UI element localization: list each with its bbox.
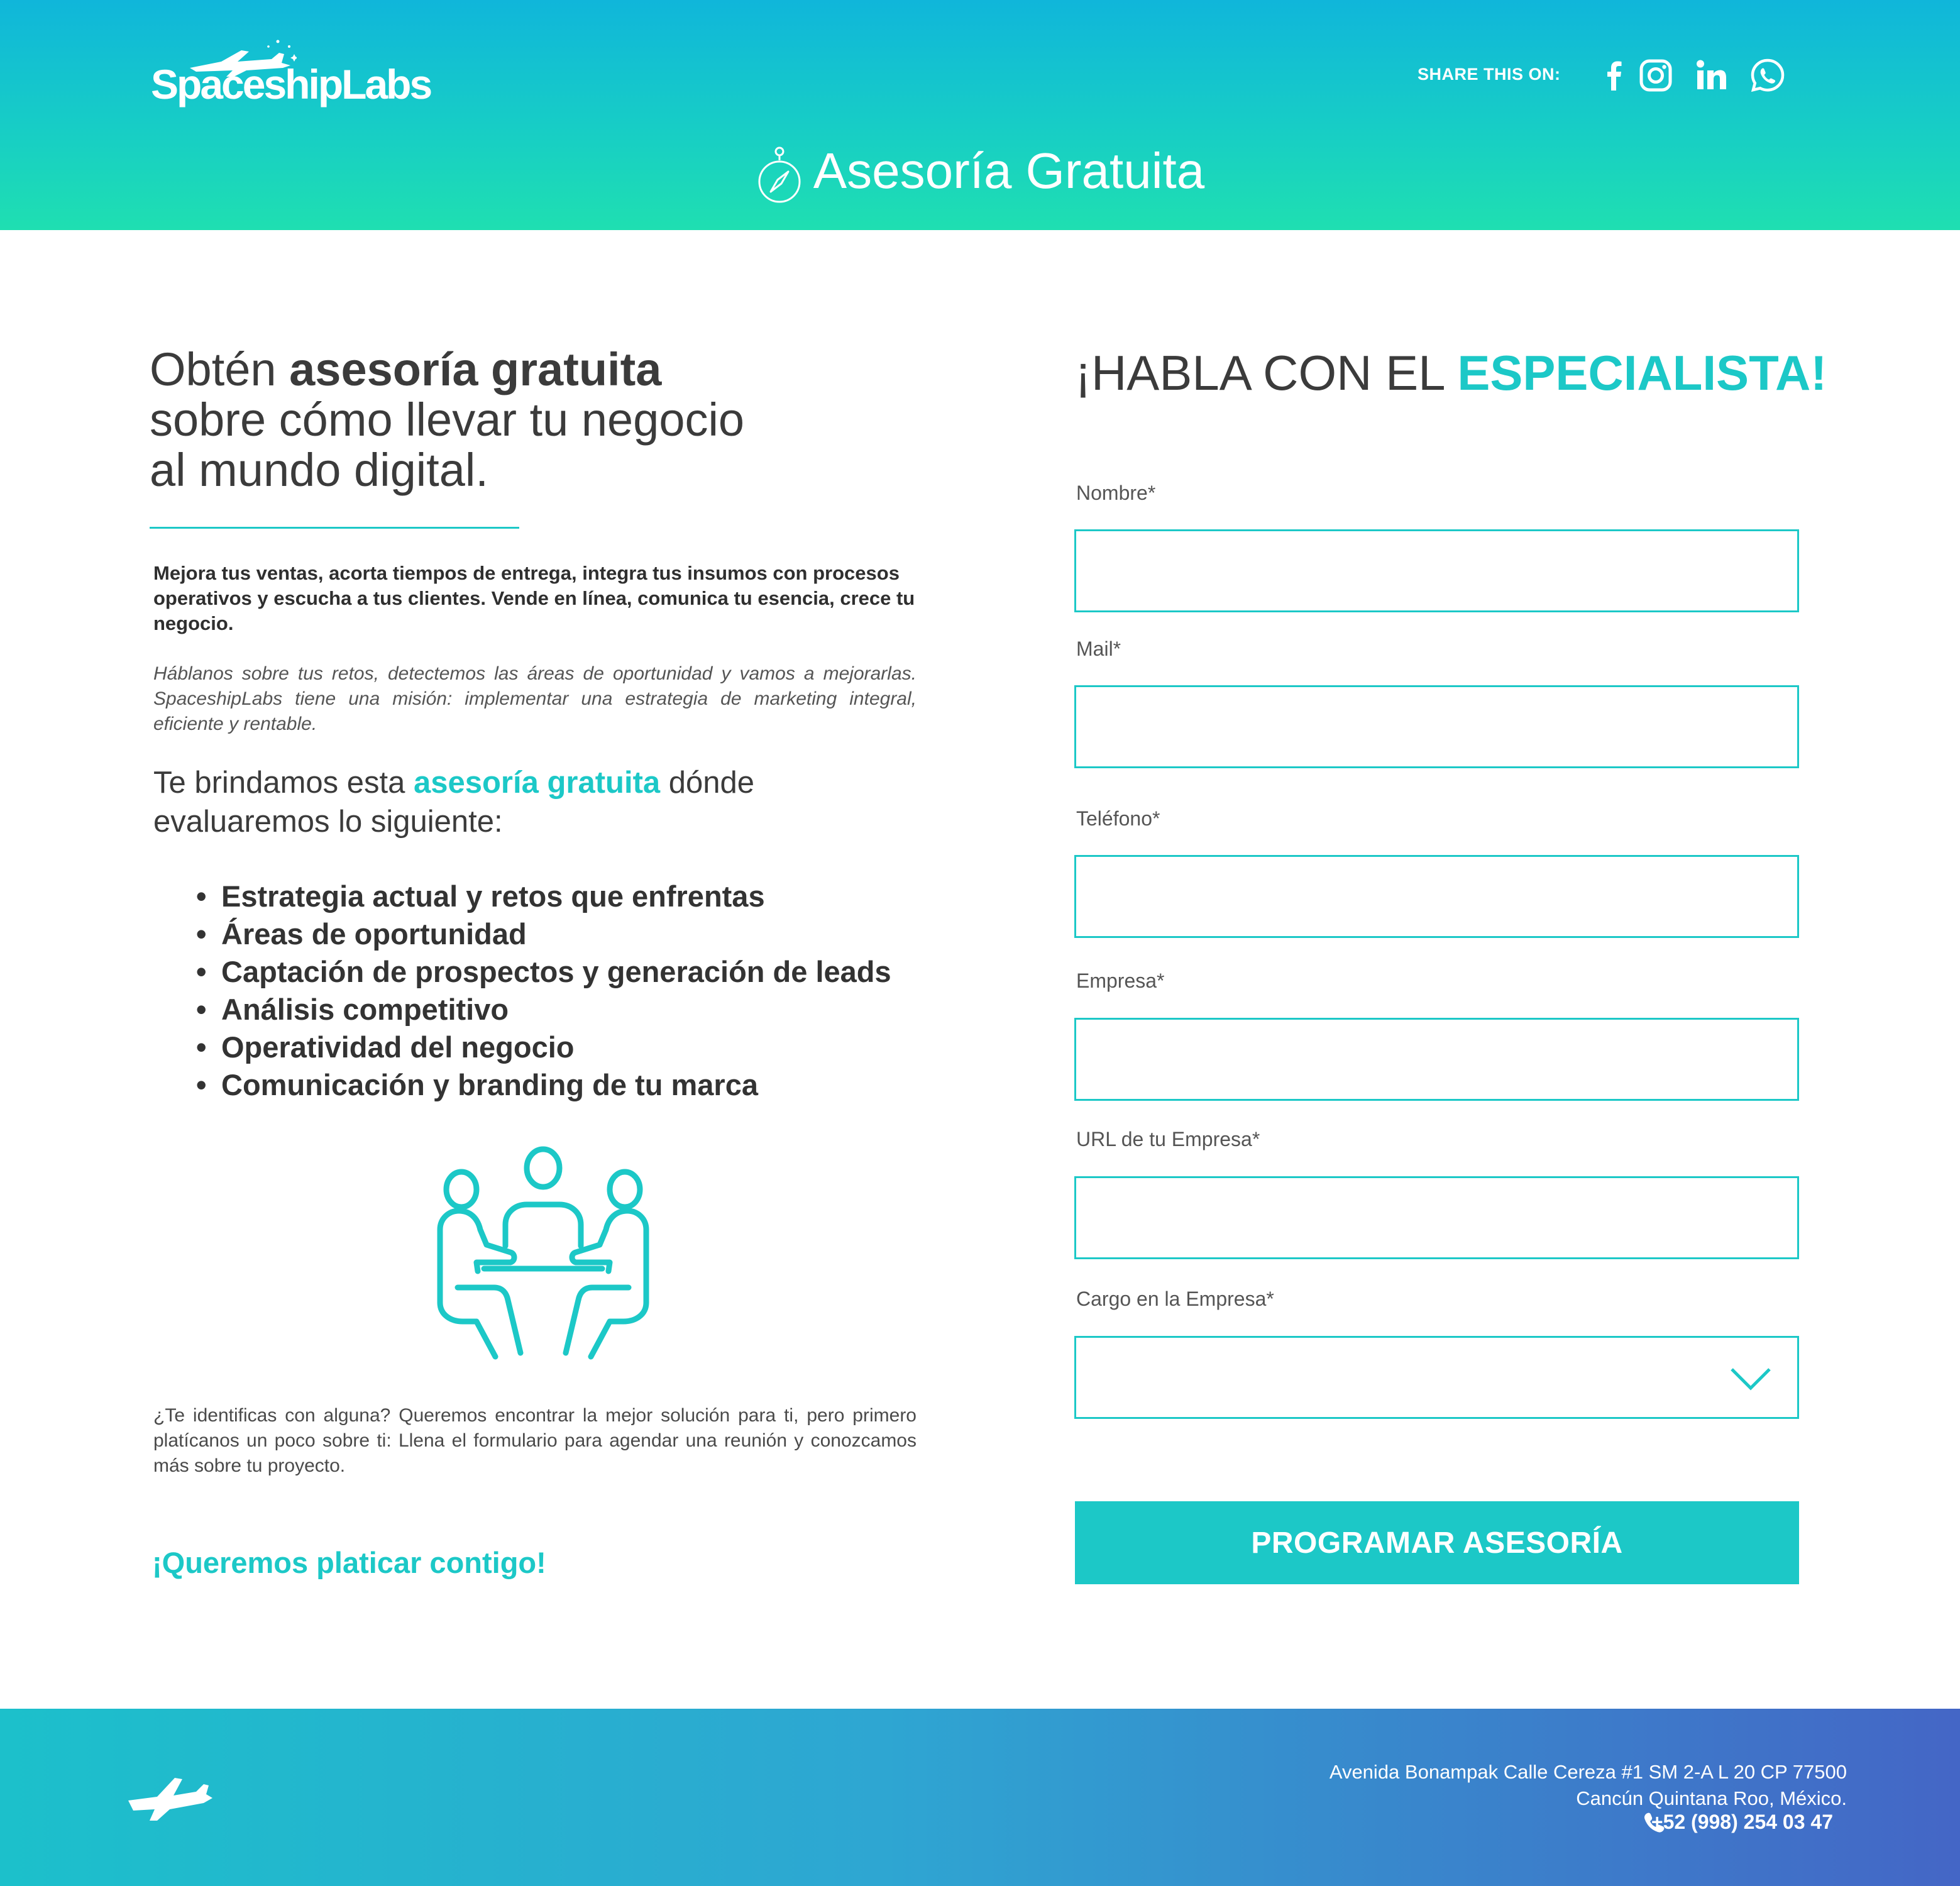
benefit-text: Comunicación y branding de tu marca bbox=[221, 1068, 758, 1101]
bullet: • bbox=[196, 955, 207, 988]
logo-text: SpaceshipLabs bbox=[151, 61, 432, 108]
position-select[interactable] bbox=[1074, 1336, 1799, 1419]
address-line-1: Avenida Bonampak Calle Cereza #1 SM 2-A … bbox=[1329, 1761, 1847, 1783]
benefit-text: Captación de prospectos y generación de … bbox=[221, 955, 891, 988]
bullet: • bbox=[196, 1068, 207, 1101]
offer-post: dónde bbox=[660, 766, 755, 800]
company-field[interactable] bbox=[1074, 1018, 1799, 1101]
bullet: • bbox=[196, 1030, 207, 1064]
intro-paragraph: Mejora tus ventas, acorta tiempos de ent… bbox=[153, 562, 915, 634]
name-label: Nombre* bbox=[1076, 482, 1156, 504]
heading-bold: asesoría gratuita bbox=[289, 343, 662, 395]
closing-paragraph: ¿Te identificas con alguna? Queremos enc… bbox=[153, 1405, 917, 1476]
heading-line-3: al mundo digital. bbox=[150, 444, 488, 496]
position-label: Cargo en la Empresa* bbox=[1076, 1288, 1274, 1310]
spaceship-icon bbox=[128, 1778, 212, 1821]
mail-label: Mail* bbox=[1076, 637, 1121, 660]
offer-pre: Te brindamos esta bbox=[153, 766, 414, 800]
heading-line-2: sobre cómo llevar tu negocio bbox=[150, 394, 745, 446]
bullet: • bbox=[196, 917, 207, 951]
main-heading: Obtén asesoría gratuita sobre cómo lleva… bbox=[150, 345, 967, 495]
heading-pre: Obtén bbox=[150, 343, 290, 395]
heading-divider bbox=[150, 527, 519, 529]
logo[interactable]: SpaceshipLabs bbox=[151, 33, 432, 108]
bullet: • bbox=[196, 880, 207, 913]
footer: Avenida Bonampak Calle Cereza #1 SM 2-A … bbox=[0, 1709, 1960, 1886]
page-title: Asesoría Gratuita bbox=[0, 140, 1960, 204]
list-item: • Análisis competitivo bbox=[196, 991, 982, 1028]
form-title-highlight: ESPECIALISTA! bbox=[1457, 345, 1827, 400]
bullet: • bbox=[196, 993, 207, 1026]
list-item: • Comunicación y branding de tu marca bbox=[196, 1066, 982, 1104]
chevron-down-icon bbox=[1731, 1368, 1771, 1391]
hero-title-text: Asesoría Gratuita bbox=[813, 143, 1205, 199]
list-item: • Captación de prospectos y generación de… bbox=[196, 953, 982, 991]
address: Avenida Bonampak Calle Cereza #1 SM 2-A … bbox=[1330, 1759, 1847, 1812]
header: SpaceshipLabs SHARE THIS ON: Asesoría Gr… bbox=[0, 0, 1960, 230]
mission-paragraph: Háblanos sobre tus retos, detectemos las… bbox=[153, 663, 917, 734]
offer-highlight: asesoría gratuita bbox=[414, 766, 661, 800]
name-field[interactable] bbox=[1074, 529, 1799, 612]
benefit-text: Operatividad del negocio bbox=[221, 1030, 575, 1064]
form-title-pre: ¡HABLA CON EL bbox=[1075, 345, 1458, 400]
address-line-2: Cancún Quintana Roo, México. bbox=[1576, 1787, 1847, 1809]
mail-field[interactable] bbox=[1074, 685, 1799, 768]
phone-label: Teléfono* bbox=[1076, 807, 1160, 830]
benefit-text: Áreas de oportunidad bbox=[221, 917, 527, 951]
meeting-icon bbox=[437, 1146, 649, 1360]
benefit-text: Estrategia actual y retos que enfrentas bbox=[221, 880, 765, 913]
compass-icon bbox=[758, 146, 801, 203]
phone-number[interactable]: +52 (998) 254 03 47 bbox=[1651, 1811, 1833, 1834]
company-label: Empresa* bbox=[1076, 969, 1165, 992]
form-title: ¡HABLA CON EL ESPECIALISTA! bbox=[1075, 345, 1827, 402]
company-url-label: URL de tu Empresa* bbox=[1076, 1128, 1260, 1150]
offer-line-2: evaluaremos lo siguiente: bbox=[153, 805, 503, 839]
whatsapp-icon[interactable] bbox=[1749, 57, 1787, 94]
list-item: • Áreas de oportunidad bbox=[196, 915, 982, 953]
share-label: SHARE THIS ON: bbox=[1418, 65, 1561, 84]
benefits-list: • Estrategia actual y retos que enfrentas… bbox=[196, 878, 982, 1104]
cta-text: ¡Queremos platicar contigo! bbox=[152, 1546, 546, 1579]
facebook-icon[interactable] bbox=[1595, 57, 1633, 94]
list-item: • Operatividad del negocio bbox=[196, 1028, 982, 1066]
linkedin-icon[interactable] bbox=[1692, 57, 1730, 94]
benefit-text: Análisis competitivo bbox=[221, 993, 509, 1026]
instagram-icon[interactable] bbox=[1637, 57, 1675, 94]
phone-field[interactable] bbox=[1074, 855, 1799, 938]
offer-text: Te brindamos esta asesoría gratuita dónd… bbox=[153, 763, 917, 841]
submit-button[interactable]: PROGRAMAR ASESORÍA bbox=[1075, 1501, 1799, 1584]
list-item: • Estrategia actual y retos que enfrentas bbox=[196, 878, 982, 915]
company-url-field[interactable] bbox=[1074, 1176, 1799, 1259]
